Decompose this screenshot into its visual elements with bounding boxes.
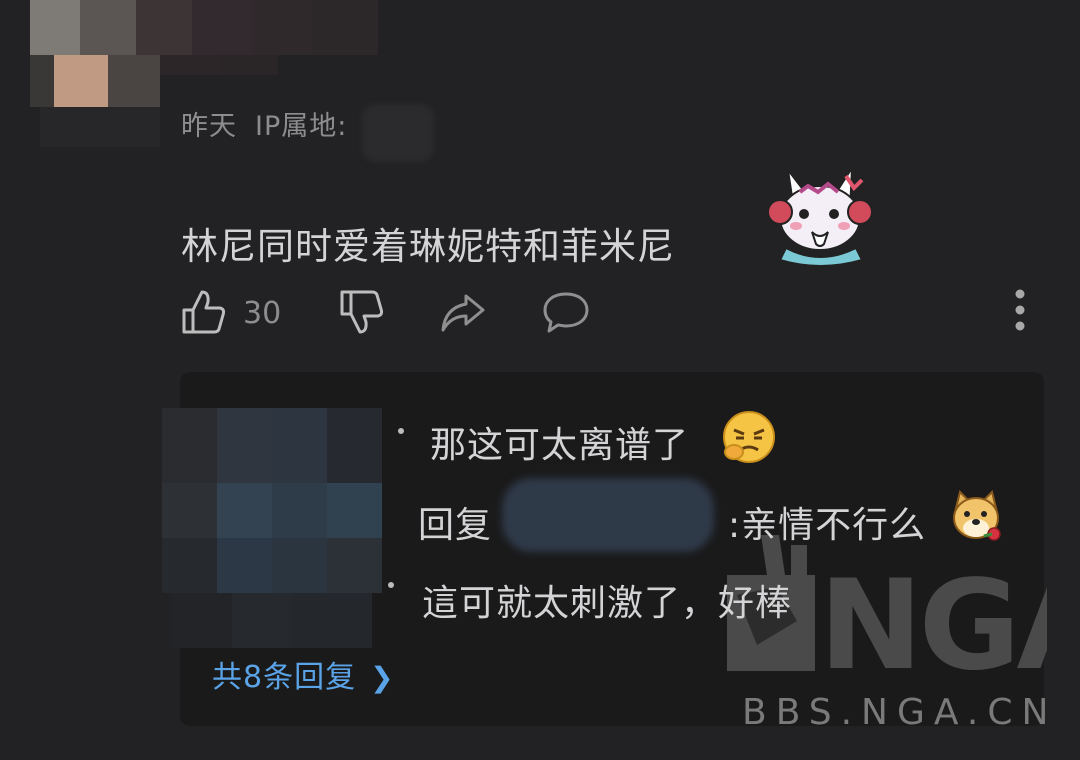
view-all-replies-link[interactable]: 共8条回复 ❯ (212, 652, 395, 696)
bunny-sticker (767, 164, 873, 267)
comment-time: 昨天 (181, 111, 237, 142)
reply-2-prefix: 回复 (418, 505, 493, 546)
like-icon[interactable] (181, 288, 227, 336)
like-count: 30 (243, 296, 282, 331)
more-icon[interactable] (1012, 288, 1028, 334)
view-all-replies-label: 共8条回复 (212, 660, 357, 695)
reply-3-text: 這可就太刺激了，好棒 (422, 583, 793, 624)
chevron-right-icon: ❯ (370, 661, 395, 694)
share-icon[interactable] (439, 288, 487, 336)
reply-separator (398, 428, 404, 434)
tsundere-emoji (723, 411, 775, 463)
nga-watermark-url: BBS.NGA.CN (742, 692, 1058, 733)
dislike-icon[interactable] (339, 288, 385, 336)
comment-text: 林尼同时爱着琳妮特和菲米尼 (181, 225, 675, 268)
reply-2-text: :亲情不行么 (728, 505, 927, 546)
doge-rose-emoji (953, 490, 1001, 541)
reply-separator (388, 582, 394, 588)
nga-watermark-logo-text: NGA (819, 554, 1047, 675)
reply-avatars-redacted (162, 408, 397, 648)
reply-2-target-redacted[interactable] (502, 478, 714, 552)
comment-icon[interactable] (541, 288, 591, 336)
reply-1-text: 那这可太离谱了 (430, 425, 690, 466)
ip-location-label: IP属地: (255, 111, 348, 142)
ip-location-redacted (362, 104, 434, 162)
comment-meta: 昨天 IP属地: (181, 104, 347, 143)
